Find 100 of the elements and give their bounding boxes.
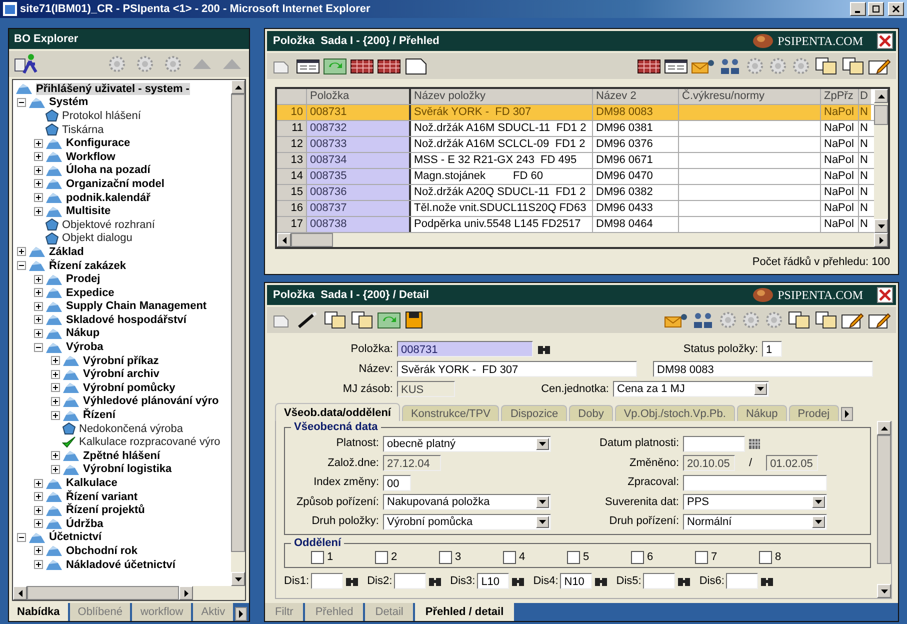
dropdown[interactable]: PPS <box>683 494 827 510</box>
table-row[interactable]: 10 008731 Svěrák YORK - FD 307 DM98 0083 NaPol N <box>277 105 874 121</box>
scroll-thumb[interactable] <box>27 586 179 600</box>
tab[interactable]: Vp.Obj./stoch.Vp.Pb. <box>614 405 735 421</box>
expand-icon[interactable] <box>34 546 43 556</box>
tab[interactable]: Dispozice <box>501 405 568 421</box>
tree-item[interactable]: Přihlášený uživatel - system - <box>36 82 190 95</box>
column-header[interactable]: Název položky <box>411 89 593 104</box>
collapse-icon[interactable] <box>17 261 26 270</box>
tree-item[interactable]: Systém <box>49 96 88 108</box>
dropdown[interactable]: Normální <box>683 514 827 530</box>
expand-icon[interactable] <box>34 519 43 528</box>
tree-item[interactable]: Řízení projektů <box>66 504 145 516</box>
save-icon[interactable] <box>404 311 424 329</box>
pencil-icon[interactable] <box>841 311 865 329</box>
form-icon[interactable] <box>664 57 688 75</box>
scroll-down-icon[interactable] <box>880 588 888 594</box>
text-field[interactable]: 008731 <box>397 341 533 357</box>
dropdown[interactable]: obecně platný <box>383 436 551 452</box>
text-field[interactable] <box>311 572 344 588</box>
tree-item[interactable]: Základ <box>49 246 84 258</box>
refresh-icon[interactable] <box>377 311 401 329</box>
scroll-down-icon[interactable] <box>878 222 884 230</box>
tree-item[interactable]: Tiskárna <box>62 124 104 136</box>
checkbox[interactable] <box>503 550 516 564</box>
vertical-scrollbar[interactable] <box>874 89 888 233</box>
text-field[interactable]: N10 <box>560 572 592 588</box>
expand-icon[interactable] <box>34 138 43 148</box>
checkbox[interactable] <box>567 550 580 564</box>
copy-icon[interactable] <box>350 311 374 329</box>
wand-icon[interactable] <box>296 311 320 329</box>
grid-icon[interactable] <box>637 57 661 75</box>
vertical-scrollbar[interactable] <box>877 421 891 598</box>
date-field[interactable] <box>683 436 745 452</box>
table-row[interactable]: 15 008736 Nož.držák A20Q SDUCL-11 FD1 2 DM96 0382 NaPol N <box>277 185 874 201</box>
column-header[interactable]: D <box>859 89 871 104</box>
expand-icon[interactable] <box>51 410 60 420</box>
people-icon[interactable] <box>691 311 715 329</box>
copy-icon[interactable] <box>814 57 838 75</box>
expand-icon[interactable] <box>51 396 60 406</box>
dropdown[interactable]: Nakupovaná položka <box>383 494 551 510</box>
tab[interactable]: Nákup <box>736 405 787 421</box>
grid-icon[interactable] <box>350 57 374 75</box>
tree-item[interactable]: Kalkulace <box>66 477 118 490</box>
scroll-right-button[interactable] <box>840 407 853 421</box>
grid-icon[interactable] <box>377 57 401 75</box>
restore-button[interactable] <box>868 2 884 16</box>
tree-item[interactable]: Kalkulace rozpracované výro <box>79 436 220 448</box>
pencil-icon[interactable] <box>868 57 892 75</box>
table-row[interactable]: 11 008732 Nož.držák A16M SDUCL-11 FD1 2 DM96 0381 NaPol N <box>277 121 874 137</box>
tree-item[interactable]: Nedokončená výroba <box>79 422 183 435</box>
checkbox[interactable] <box>631 550 644 564</box>
tree-item[interactable]: Konfigurace <box>66 137 130 150</box>
expand-icon[interactable] <box>51 356 60 366</box>
expand-icon[interactable] <box>51 383 60 392</box>
collapse-icon[interactable] <box>17 532 26 542</box>
expand-icon[interactable] <box>34 506 43 515</box>
collapse-icon[interactable] <box>34 342 43 352</box>
expand-icon[interactable] <box>34 193 43 202</box>
vertical-scrollbar[interactable] <box>231 80 245 586</box>
collapse-icon[interactable] <box>17 98 26 107</box>
pencil-icon[interactable] <box>868 311 892 329</box>
checkbox[interactable] <box>439 550 452 564</box>
page-icon[interactable] <box>404 57 428 75</box>
calendar-icon[interactable] <box>749 438 760 449</box>
expand-icon[interactable] <box>34 206 43 216</box>
tree-item[interactable]: Expedice <box>66 286 114 299</box>
form-icon[interactable] <box>296 57 320 75</box>
scroll-left-icon[interactable] <box>280 236 288 244</box>
copy-icon[interactable] <box>841 57 865 75</box>
expand-icon[interactable] <box>17 247 26 256</box>
expand-icon[interactable] <box>34 166 43 175</box>
scroll-thumb[interactable] <box>874 105 888 125</box>
tree-item[interactable]: Prodej <box>66 273 100 286</box>
tree-item[interactable]: Výrobní pomůcky <box>83 382 176 394</box>
expand-icon[interactable] <box>34 179 43 188</box>
scroll-up-icon[interactable] <box>880 424 888 432</box>
tree-item[interactable]: Obchodní rok <box>66 544 138 557</box>
text-field[interactable] <box>643 572 676 588</box>
table-row[interactable]: 14 008735 Magn.stojánek FD 60 DM96 0470 NaPol N <box>277 169 874 185</box>
tree-item[interactable]: Objekt dialogu <box>62 232 132 244</box>
tree-item[interactable]: Údržba <box>66 518 104 530</box>
mail-icon[interactable] <box>664 311 688 329</box>
tab[interactable]: Všeob.data/oddělení <box>275 403 400 421</box>
scroll-left-icon[interactable] <box>16 590 24 596</box>
scroll-right-icon[interactable] <box>182 590 190 596</box>
tree-item[interactable]: Výrobní logistika <box>83 463 172 476</box>
scroll-right-button[interactable] <box>235 607 248 621</box>
expand-icon[interactable] <box>34 274 43 284</box>
checkbox[interactable] <box>311 550 324 564</box>
expand-icon[interactable] <box>51 370 60 379</box>
expand-icon[interactable] <box>34 152 43 162</box>
tree-item[interactable]: Účetnictví <box>49 531 102 544</box>
column-header[interactable]: Název 2 <box>593 89 679 104</box>
tree-item[interactable]: podnik.kalendář <box>66 192 150 204</box>
copy-icon[interactable] <box>323 311 347 329</box>
scroll-down-icon[interactable] <box>234 576 242 582</box>
expand-icon[interactable] <box>51 464 60 474</box>
checkbox[interactable] <box>759 550 772 564</box>
expand-icon[interactable] <box>34 560 43 570</box>
